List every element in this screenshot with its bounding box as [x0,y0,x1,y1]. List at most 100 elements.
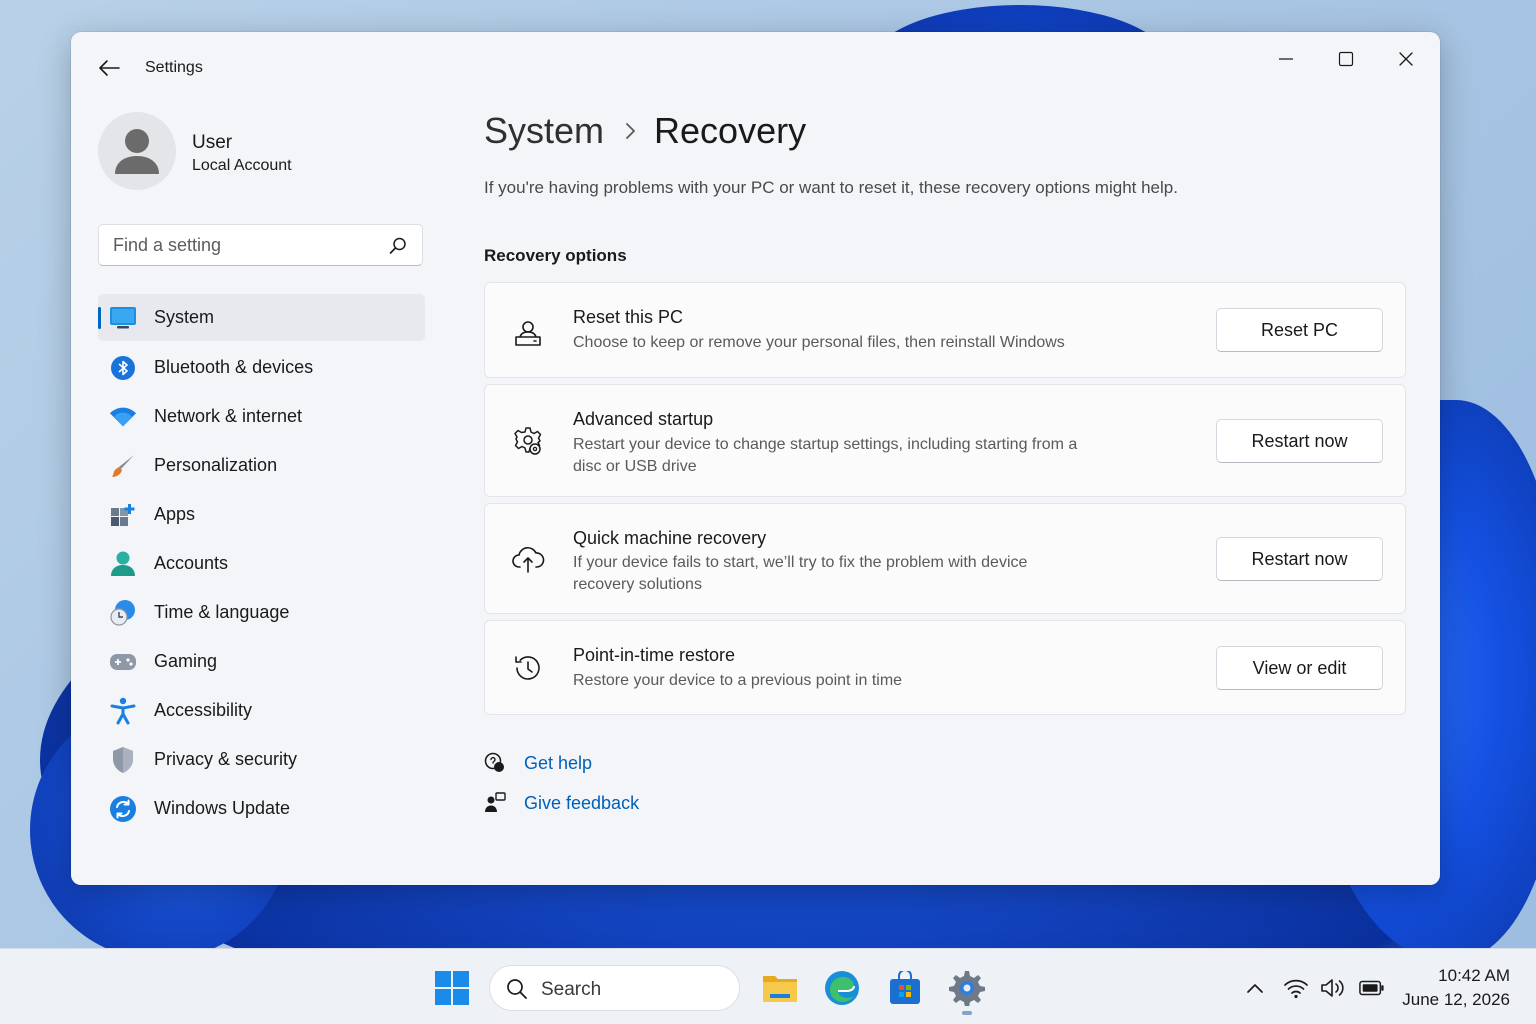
title-bar: Settings [71,32,1440,102]
accessibility-icon [109,697,137,725]
help-chat-icon [484,752,506,774]
sidebar-item-label: Accessibility [154,700,253,720]
section-title: Recovery options [484,246,627,265]
sidebar-item-gaming[interactable]: Gaming [98,637,425,686]
wifi-icon[interactable] [1283,976,1309,1000]
search-input[interactable] [113,225,383,265]
account-type: Local Account [192,157,292,174]
maximize-button[interactable] [1323,44,1369,74]
active-app-indicator [962,1011,972,1015]
window-title: Settings [145,59,203,76]
avatar [98,112,176,190]
search-icon [507,979,527,999]
sidebar-item-label: Personalization [154,455,278,475]
reset-pc-icon [511,314,545,348]
sidebar-item-privacy[interactable]: Privacy & security [98,735,425,784]
breadcrumb-parent[interactable]: System [484,110,604,152]
person-avatar-icon [115,129,159,174]
sidebar-item-accessibility[interactable]: Accessibility [98,686,425,735]
globe-clock-icon [109,599,137,627]
clock-time[interactable]: 10:42 AM [1380,966,1510,986]
sidebar-nav: System Bluetooth & devices Network & int… [98,294,425,833]
gamepad-icon [109,648,137,676]
settings-window: Settings User Local Account Find a setti… [71,32,1440,885]
sidebar-item-label: Gaming [154,651,218,671]
user-profile[interactable]: User Local Account [98,112,428,192]
option-title: Quick machine recovery [573,528,767,548]
store-icon[interactable] [886,969,924,1007]
sidebar-item-label: Network & internet [154,406,303,426]
sidebar-item-accounts[interactable]: Accounts [98,539,425,588]
taskbar: Search 10:42 AM June 12, 2026 [0,948,1536,1024]
page-title: Recovery [654,110,807,151]
start-button[interactable] [435,971,469,1005]
bluetooth-icon [109,354,137,382]
option-description: If your device fails to start, we’ll try… [573,554,1028,593]
get-help-link[interactable]: Get help [484,750,592,776]
settings-icon[interactable] [948,969,986,1007]
sidebar-item-bluetooth[interactable]: Bluetooth & devices [98,343,425,392]
maximize-icon [1338,51,1354,67]
shield-icon [109,746,137,774]
minimize-button[interactable] [1263,44,1309,74]
sidebar-item-windows-update[interactable]: Windows Update [98,784,425,833]
quick-recovery-restart-button[interactable]: Restart now [1216,537,1383,581]
sidebar-item-label: Bluetooth & devices [154,357,314,377]
sidebar-item-label: Accounts [154,553,229,573]
edge-icon[interactable] [823,969,861,1007]
sidebar-item-time-language[interactable]: Time & language [98,588,425,637]
page-description: If you're having problems with your PC o… [484,178,1178,197]
minimize-icon [1279,58,1293,60]
breadcrumb: System Recovery [484,106,806,156]
user-name: User [192,132,233,153]
search-icon[interactable] [388,236,408,256]
cloud-sync-icon [511,542,545,576]
arrow-left-icon [99,60,120,76]
sidebar-item-network[interactable]: Network & internet [98,392,425,441]
chevron-right-icon [624,121,636,141]
sidebar-item-label: Time & language [154,602,290,622]
close-icon [1399,52,1413,66]
sidebar-item-label: Apps [154,504,196,524]
apps-icon [109,501,137,529]
sidebar-item-label: Windows Update [154,798,291,818]
reset-pc-button[interactable]: Reset PC [1216,308,1383,352]
give-feedback-label: Give feedback [524,792,640,813]
update-icon [109,795,137,823]
clock-date[interactable]: June 12, 2026 [1380,990,1510,1010]
file-explorer-icon[interactable] [761,969,799,1007]
history-icon [511,651,545,685]
search-box [98,224,423,266]
sidebar-item-label: Privacy & security [154,749,298,769]
taskbar-search[interactable]: Search [489,965,740,1011]
sidebar-item-label: System [154,307,215,327]
windows-logo-icon [435,971,469,1005]
recovery-option-quick-machine-recovery: Quick machine recovery If your device fa… [484,503,1406,614]
taskbar-search-label: Search [541,979,602,1000]
volume-icon[interactable] [1320,976,1346,1000]
advanced-startup-restart-button[interactable]: Restart now [1216,419,1383,463]
monitor-icon [109,304,137,332]
back-button[interactable] [95,54,123,82]
close-button[interactable] [1383,44,1429,74]
paintbrush-icon [109,452,137,480]
option-title: Advanced startup [573,409,714,429]
recovery-option-point-in-time-restore: Point-in-time restore Restore your devic… [484,620,1406,715]
person-icon [109,550,137,578]
gear-cog-icon [511,424,545,458]
option-description: Restart your device to change startup se… [573,436,1078,475]
sidebar-item-personalization[interactable]: Personalization [98,441,425,490]
feedback-icon [484,792,506,814]
sidebar-item-system[interactable]: System [98,294,425,341]
option-description: Choose to keep or remove your personal f… [573,334,1065,351]
recovery-option-advanced-startup: Advanced startup Restart your device to … [484,384,1406,497]
option-title: Reset this PC [573,307,684,327]
get-help-label: Get help [524,752,593,773]
wifi-icon [109,403,137,431]
option-description: Restore your device to a previous point … [573,672,903,689]
recovery-option-reset-pc: Reset this PC Choose to keep or remove y… [484,282,1406,378]
sidebar-item-apps[interactable]: Apps [98,490,425,539]
chevron-up-icon[interactable] [1242,976,1268,1000]
view-or-edit-button[interactable]: View or edit [1216,646,1383,690]
give-feedback-link[interactable]: Give feedback [484,790,639,816]
